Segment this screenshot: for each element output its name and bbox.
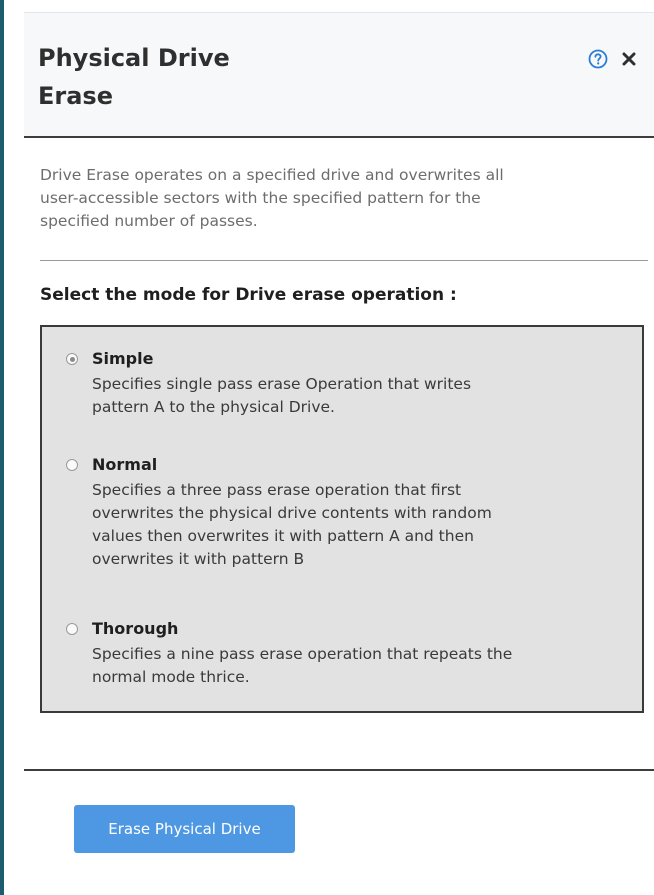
mode-description-line: Specifies a three pass erase operation t… bbox=[92, 481, 462, 499]
radio-simple[interactable] bbox=[66, 353, 78, 365]
dialog-description: Drive Erase operates on a specified driv… bbox=[40, 164, 630, 233]
mode-description-normal: Specifies a three pass erase operation t… bbox=[92, 479, 632, 571]
description-line: specified number of passes. bbox=[40, 212, 258, 230]
header-divider bbox=[24, 136, 654, 138]
dialog-header: Physical Drive Erase bbox=[24, 12, 654, 137]
mode-description-thorough: Specifies a nine pass erase operation th… bbox=[92, 643, 632, 689]
help-icon[interactable] bbox=[588, 49, 608, 69]
radio-thorough[interactable] bbox=[66, 623, 78, 635]
mode-description-line: Specifies a nine pass erase operation th… bbox=[92, 645, 513, 663]
erase-physical-drive-button[interactable]: Erase Physical Drive bbox=[74, 805, 295, 853]
dialog-title-line-2: Erase bbox=[38, 82, 113, 110]
close-icon[interactable] bbox=[621, 51, 637, 67]
mode-label-simple[interactable]: Simple bbox=[92, 349, 153, 368]
radio-normal[interactable] bbox=[66, 459, 78, 471]
footer-divider bbox=[24, 769, 654, 771]
mode-description-line: values then overwrites it with pattern A… bbox=[92, 527, 474, 545]
mode-description-line: overwrites the physical drive contents w… bbox=[92, 504, 492, 522]
description-divider bbox=[40, 260, 648, 261]
dialog-title-line-1: Physical Drive bbox=[38, 44, 230, 72]
mode-options-group: Simple Specifies single pass erase Opera… bbox=[40, 325, 644, 713]
description-line: user-accessible sectors with the specifi… bbox=[40, 189, 481, 207]
left-edge-rail bbox=[0, 0, 4, 895]
dialog-title: Physical Drive Erase bbox=[38, 39, 398, 115]
mode-heading: Select the mode for Drive erase operatio… bbox=[40, 285, 457, 305]
mode-label-normal[interactable]: Normal bbox=[92, 455, 157, 474]
mode-description-line: normal mode thrice. bbox=[92, 668, 250, 686]
description-line: Drive Erase operates on a specified driv… bbox=[40, 166, 504, 184]
mode-label-thorough[interactable]: Thorough bbox=[92, 619, 178, 638]
mode-description-line: pattern A to the physical Drive. bbox=[92, 398, 335, 416]
mode-description-line: Specifies single pass erase Operation th… bbox=[92, 375, 472, 393]
mode-description-simple: Specifies single pass erase Operation th… bbox=[92, 373, 632, 419]
mode-description-line: overwrites it with pattern B bbox=[92, 550, 305, 568]
